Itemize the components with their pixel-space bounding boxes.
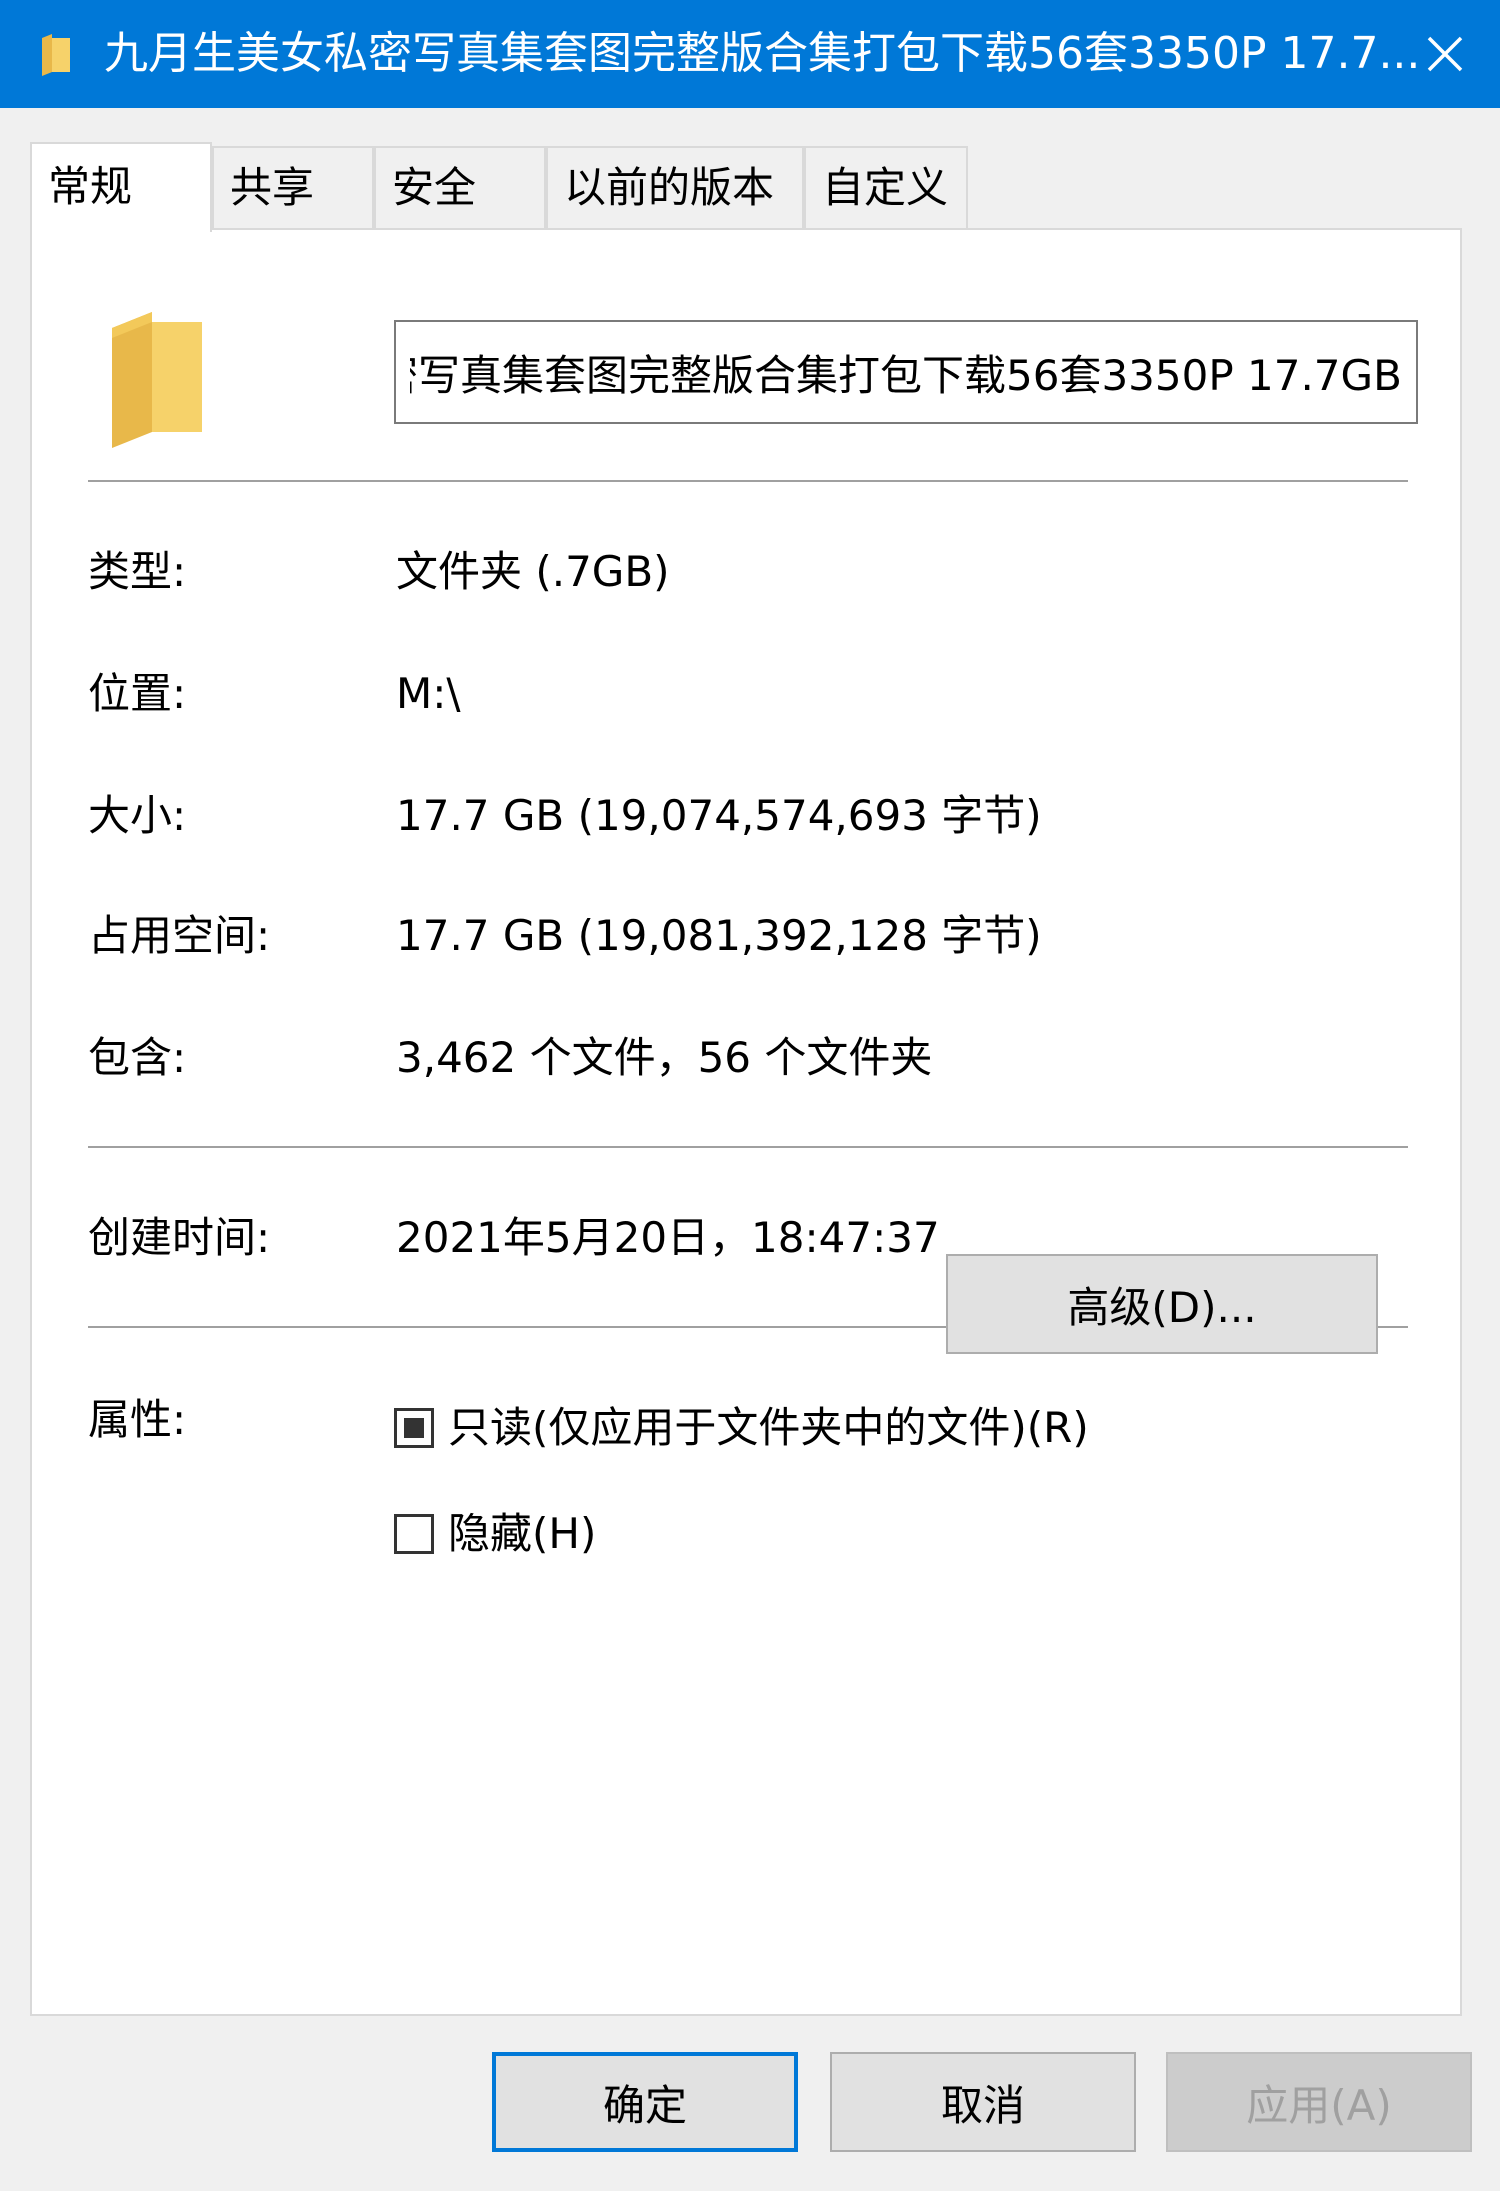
close-button[interactable] bbox=[1390, 0, 1500, 108]
size-value: 17.7 GB (19,074,574,693 字节) bbox=[396, 791, 1042, 840]
readonly-checkbox[interactable] bbox=[394, 1408, 434, 1448]
contains-label: 包含: bbox=[88, 1033, 187, 1082]
tab-previous-versions[interactable]: 以前的版本 bbox=[546, 146, 804, 228]
size-label: 大小: bbox=[88, 791, 187, 840]
tab-sharing[interactable]: 共享 bbox=[212, 146, 374, 228]
attributes-label: 属性: bbox=[88, 1395, 187, 1444]
created-value: 2021年5月20日，18:47:37 bbox=[396, 1213, 940, 1262]
close-icon bbox=[1427, 36, 1463, 72]
tab-security[interactable]: 安全 bbox=[374, 146, 546, 228]
location-value: M:\ bbox=[396, 669, 461, 718]
folder-icon bbox=[42, 34, 70, 76]
ok-button[interactable]: 确定 bbox=[492, 2052, 798, 2152]
general-panel: 类型: 文件夹 (.7GB) 位置: M:\ 大小: 17.7 GB (19,0… bbox=[30, 228, 1462, 2016]
hidden-label: 隐藏(H) bbox=[448, 1509, 597, 1558]
apply-button[interactable]: 应用(A) bbox=[1166, 2052, 1472, 2152]
title-bar: 九月生美女私密写真集套图完整版合集打包下载56套3350P 17.7... bbox=[0, 0, 1500, 108]
advanced-button[interactable]: 高级(D)... bbox=[946, 1254, 1378, 1354]
hidden-checkbox-row[interactable]: 隐藏(H) bbox=[394, 1506, 596, 1562]
readonly-label: 只读(仅应用于文件夹中的文件)(R) bbox=[448, 1403, 1089, 1452]
folder-name-input[interactable] bbox=[394, 320, 1418, 424]
separator bbox=[88, 1146, 1408, 1148]
folder-icon bbox=[112, 312, 202, 448]
separator bbox=[88, 480, 1408, 482]
created-label: 创建时间: bbox=[88, 1213, 271, 1262]
size-on-disk-label: 占用空间: bbox=[88, 911, 271, 960]
window-title: 九月生美女私密写真集套图完整版合集打包下载56套3350P 17.7... bbox=[104, 28, 1421, 79]
tab-customize[interactable]: 自定义 bbox=[804, 146, 968, 228]
readonly-checkbox-row[interactable]: 只读(仅应用于文件夹中的文件)(R) bbox=[394, 1400, 1089, 1456]
location-label: 位置: bbox=[88, 669, 187, 718]
size-on-disk-value: 17.7 GB (19,081,392,128 字节) bbox=[396, 911, 1042, 960]
type-value: 文件夹 (.7GB) bbox=[396, 547, 670, 596]
contains-value: 3,462 个文件，56 个文件夹 bbox=[396, 1033, 933, 1082]
tab-general[interactable]: 常规 bbox=[30, 142, 212, 232]
cancel-button[interactable]: 取消 bbox=[830, 2052, 1136, 2152]
type-label: 类型: bbox=[88, 547, 187, 596]
hidden-checkbox[interactable] bbox=[394, 1514, 434, 1554]
